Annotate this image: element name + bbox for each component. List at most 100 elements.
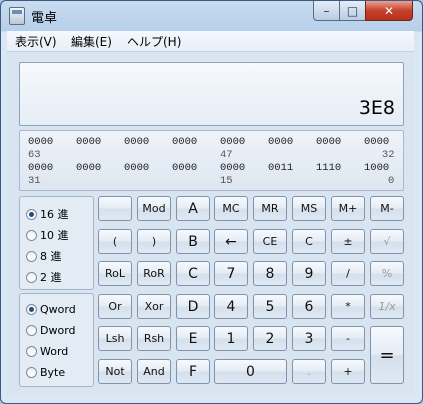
subtract-button[interactable]: - <box>331 326 365 351</box>
memory-clear-button[interactable]: MC <box>214 196 248 221</box>
rotate-left-button[interactable]: RoL <box>98 261 132 286</box>
radio-icon <box>26 325 37 336</box>
multiply-button[interactable]: * <box>331 294 365 319</box>
left-paren-button[interactable]: ( <box>98 229 132 254</box>
divide-button[interactable]: / <box>331 261 365 286</box>
bit-group[interactable]: 0000 <box>124 162 149 174</box>
clear-entry-button[interactable]: CE <box>253 229 287 254</box>
left-shift-button[interactable]: Lsh <box>98 326 132 351</box>
memory-add-button[interactable]: M+ <box>331 196 365 221</box>
blank-button[interactable] <box>98 196 132 221</box>
bit-group[interactable]: 0000 <box>28 136 53 148</box>
digit-5-button[interactable]: 5 <box>253 294 287 319</box>
close-button[interactable]: ✕ <box>365 1 413 21</box>
hex-b-button[interactable]: B <box>176 229 210 254</box>
bit-group[interactable]: 0000 <box>172 162 197 174</box>
add-button[interactable]: + <box>331 359 365 384</box>
hex-f-button[interactable]: F <box>176 359 210 384</box>
hex-c-button[interactable]: C <box>176 261 210 286</box>
bit-group[interactable]: 0000 <box>268 136 293 148</box>
radio-word[interactable]: Word <box>26 345 68 358</box>
digit-6-button[interactable]: 6 <box>292 294 326 319</box>
bit-group[interactable]: 0011 <box>268 162 293 174</box>
radio-label: 10 進 <box>40 229 69 242</box>
decimal-button[interactable]: . <box>292 359 326 384</box>
bit-position-label: 47 <box>220 149 233 161</box>
and-button[interactable]: And <box>137 359 171 384</box>
radio-label: 2 進 <box>40 271 62 284</box>
menu-help[interactable]: ヘルプ(H) <box>127 33 181 50</box>
digit-7-button[interactable]: 7 <box>214 261 248 286</box>
bit-group[interactable]: 0000 <box>124 136 149 148</box>
bit-group[interactable]: 0000 <box>220 136 245 148</box>
digit-2-button[interactable]: 2 <box>253 326 287 351</box>
hex-e-button[interactable]: E <box>176 326 210 351</box>
radio-icon <box>26 271 37 283</box>
reciprocal-button[interactable]: 1/x <box>370 294 404 319</box>
title-bar[interactable]: 電卓 – □ ✕ <box>1 1 422 29</box>
percent-button[interactable]: % <box>370 261 404 286</box>
sqrt-button[interactable]: √ <box>370 229 404 254</box>
hex-a-button[interactable]: A <box>176 196 210 221</box>
mod-button[interactable]: Mod <box>137 196 171 221</box>
memory-store-button[interactable]: MS <box>292 196 326 221</box>
rotate-right-button[interactable]: RoR <box>137 261 171 286</box>
memory-subtract-button[interactable]: M- <box>370 196 404 221</box>
radio-label: Dword <box>40 324 76 337</box>
maximize-button[interactable]: □ <box>339 1 366 21</box>
radio-selected-icon <box>26 304 37 315</box>
bit-group[interactable]: 0000 <box>172 136 197 148</box>
or-button[interactable]: Or <box>98 294 132 319</box>
bit-group[interactable]: 0000 <box>28 162 53 174</box>
bit-group[interactable]: 0000 <box>76 162 101 174</box>
radio-oct[interactable]: 8 進 <box>26 248 62 264</box>
equals-button[interactable]: = <box>370 326 404 384</box>
window-title: 電卓 <box>31 11 58 26</box>
digit-8-button[interactable]: 8 <box>253 261 287 286</box>
memory-recall-button[interactable]: MR <box>253 196 287 221</box>
bit-position-label: 31 <box>28 175 41 187</box>
radio-byte[interactable]: Byte <box>26 366 65 379</box>
bit-group[interactable]: 0000 <box>220 162 245 174</box>
radio-dec[interactable]: 10 進 <box>26 227 69 243</box>
menu-edit[interactable]: 編集(E) <box>71 33 112 50</box>
radio-label: Qword <box>40 303 76 316</box>
radio-selected-icon <box>26 208 37 220</box>
menu-bar: 表示(V) 編集(E) ヘルプ(H) <box>7 31 414 52</box>
hex-d-button[interactable]: D <box>176 294 210 319</box>
radio-qword[interactable]: Qword <box>26 303 76 316</box>
clear-button[interactable]: C <box>292 229 326 254</box>
bit-group[interactable]: 0000 <box>316 136 341 148</box>
digit-4-button[interactable]: 4 <box>214 294 248 319</box>
close-icon: ✕ <box>383 3 395 18</box>
radio-dword[interactable]: Dword <box>26 324 76 337</box>
bit-group[interactable]: 0000 <box>76 136 101 148</box>
not-button[interactable]: Not <box>98 359 132 384</box>
binary-bits-panel: 0000 0000 0000 0000 0000 0000 0000 0000 … <box>19 130 404 191</box>
xor-button[interactable]: Xor <box>137 294 171 319</box>
radio-bin[interactable]: 2 進 <box>26 269 62 285</box>
bit-group[interactable]: 0000 <box>364 136 389 148</box>
radio-label: Word <box>40 345 69 358</box>
menu-view[interactable]: 表示(V) <box>15 33 57 50</box>
radio-hex[interactable]: 16 進 <box>26 206 69 222</box>
digit-0-button[interactable]: 0 <box>214 359 287 384</box>
digit-1-button[interactable]: 1 <box>214 326 248 351</box>
bit-position-label: 0 <box>388 175 395 187</box>
right-paren-button[interactable]: ) <box>137 229 171 254</box>
calculator-window: 電卓 – □ ✕ 表示(V) 編集(E) ヘルプ(H) 3E8 0000 000… <box>0 0 423 404</box>
radio-label: 8 進 <box>40 250 62 263</box>
calculator-app-icon <box>9 7 25 25</box>
backspace-button[interactable]: ← <box>214 229 248 254</box>
minimize-button[interactable]: – <box>313 1 340 21</box>
radio-label: Byte <box>40 366 66 379</box>
digit-3-button[interactable]: 3 <box>292 326 326 351</box>
maximize-icon: □ <box>346 3 359 18</box>
bit-group[interactable]: 1000 <box>364 162 389 174</box>
negate-button[interactable]: ± <box>331 229 365 254</box>
result-display: 3E8 <box>19 62 404 126</box>
digit-9-button[interactable]: 9 <box>292 261 326 286</box>
bit-position-label: 63 <box>28 149 41 161</box>
right-shift-button[interactable]: Rsh <box>137 326 171 351</box>
bit-group[interactable]: 1110 <box>316 162 341 174</box>
